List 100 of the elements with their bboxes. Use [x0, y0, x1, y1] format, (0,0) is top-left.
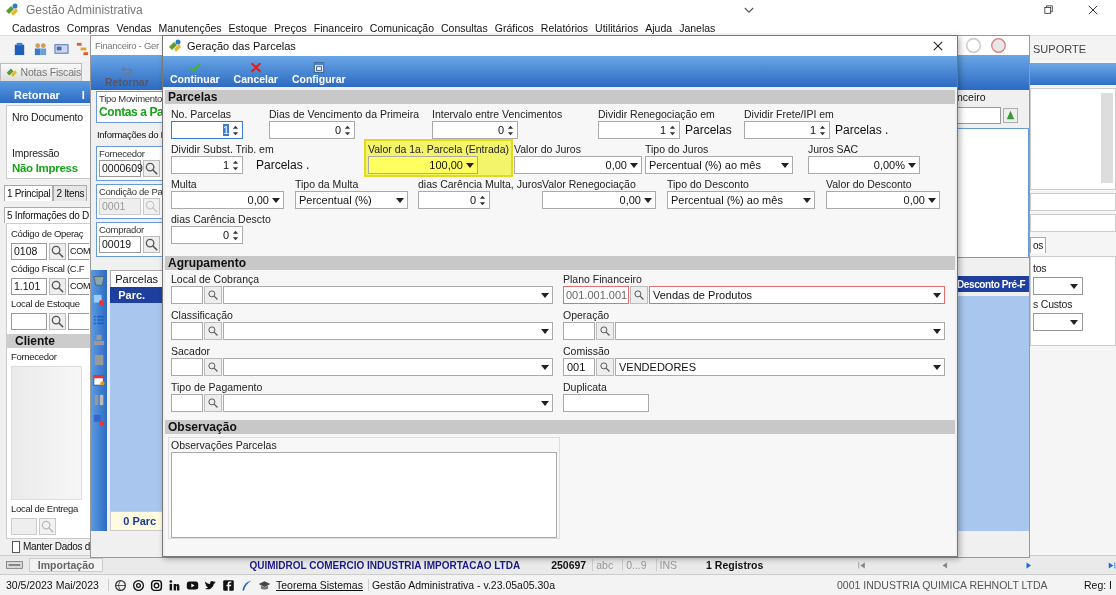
field-label: Duplicata: [563, 380, 608, 394]
toolbar-button[interactable]: Cancelar: [233, 62, 278, 85]
field-label: Dias de Vencimento da Primeira: [269, 107, 419, 121]
field-label: Intervalo entre Vencimentos: [432, 107, 563, 121]
window-title: Gestão Administrativa: [26, 3, 143, 17]
number-field[interactable]: 1: [171, 156, 243, 174]
code-field[interactable]: 001.001.001: [563, 286, 629, 304]
menu-item[interactable]: Relatórios: [540, 21, 589, 34]
field-label: dias Carência Descto: [171, 212, 271, 226]
menu-item[interactable]: Ajuda: [645, 21, 673, 34]
field-label: Código Fiscal (C.F: [11, 261, 85, 276]
tab[interactable]: 1 Principal: [4, 184, 54, 201]
code-field[interactable]: 1.101: [11, 277, 47, 295]
field-label: Local de Estoque: [11, 296, 80, 311]
field-label: dias Carência Multa, Juros: [418, 177, 543, 191]
grid-footer: 0 Parc: [110, 511, 163, 531]
menu-item[interactable]: Gráficos: [494, 21, 534, 34]
select-field[interactable]: VENDEDORES: [615, 358, 945, 376]
toolbar-button[interactable]: Configurar: [291, 62, 346, 85]
field-label: Valor da 1a. Parcela (Entrada): [368, 142, 510, 156]
field-label: Tipo do Desconto: [667, 177, 750, 191]
group-label: Observações Parcelas: [171, 438, 278, 452]
dialog-title: Geração das Parcelas: [187, 40, 296, 52]
field-label: Fornecedor: [11, 349, 57, 364]
amount-field[interactable]: 0,00: [542, 191, 656, 209]
menu-item[interactable]: Manutenções: [158, 21, 222, 34]
field-label: Código de Operaç: [11, 226, 84, 241]
checkbox-label[interactable]: Manter Dados d: [23, 541, 90, 553]
field-label: Tipo da Multa: [295, 177, 360, 191]
window-title: Financeiro - Ger: [95, 40, 159, 51]
number-field[interactable]: 0: [418, 191, 490, 209]
menu-item[interactable]: Estoque: [228, 21, 268, 34]
field-label: Plano Financeiro: [563, 272, 643, 286]
tab[interactable]: Informações do I: [97, 126, 163, 143]
number-field[interactable]: 1: [598, 121, 680, 139]
tab[interactable]: Importação: [28, 558, 104, 572]
section-header: Cliente: [7, 333, 90, 348]
toolbar-button[interactable]: I: [81, 88, 85, 101]
menu-item[interactable]: Preços: [274, 21, 307, 34]
code-field[interactable]: 001: [563, 358, 595, 376]
menu-item[interactable]: Compras: [66, 21, 110, 34]
print-status: Não Impress: [12, 161, 78, 174]
amount-field[interactable]: 100,00: [368, 156, 478, 174]
number-field[interactable]: 0: [269, 121, 355, 139]
menu-item[interactable]: Consultas: [441, 21, 488, 34]
select-field[interactable]: Percentual (%): [295, 191, 408, 209]
unit-label: Parcelas: [685, 123, 732, 137]
company-name: 0001 INDUSTRIA QUIMICA REHNOLT LTDA: [836, 579, 1048, 591]
toolbar-button[interactable]: Retornar: [14, 88, 60, 101]
tab[interactable]: 2 Itens: [53, 184, 88, 201]
group-label: Fornecedor: [99, 148, 145, 160]
select-field[interactable]: Vendas de Produtos: [649, 286, 945, 304]
number-field[interactable]: 1: [171, 121, 243, 139]
support-label[interactable]: SUPORTE: [1033, 42, 1086, 55]
field-label: Tipo de Pagamento: [171, 380, 264, 394]
menu-item[interactable]: Comunicação: [369, 21, 434, 34]
register-text: Reg: I: [1084, 579, 1113, 591]
field-label: Dividir Renegociação em: [598, 107, 716, 121]
code-field[interactable]: 0000609: [99, 160, 141, 177]
field-label: Dividir Frete/IPI em: [744, 107, 835, 121]
version-text: Gestão Administrativa - v.23.05a05.30a: [367, 579, 612, 591]
description-field[interactable]: COM: [68, 277, 89, 295]
amount-field[interactable]: 0,00%: [808, 156, 920, 174]
code-field[interactable]: 0108: [11, 242, 47, 260]
field-label: Comissão: [563, 344, 611, 358]
link[interactable]: Teorema Sistemas: [276, 579, 363, 591]
field-label: Juros SAC: [808, 142, 860, 156]
column-header[interactable]: Parc.: [110, 287, 163, 303]
field-label: Sacador: [171, 344, 212, 358]
amount-field[interactable]: 0,00: [514, 156, 642, 174]
select-field[interactable]: Percentual (%) ao mês: [645, 156, 793, 174]
number-field[interactable]: 1: [744, 121, 830, 139]
group-label: Comprador: [99, 224, 144, 236]
field-label: Operação: [563, 308, 611, 322]
field-label: tos: [1033, 261, 1047, 275]
menu-item[interactable]: Cadastros: [12, 21, 60, 34]
unit-label: Parcelas .: [835, 123, 889, 137]
number-field[interactable]: 0: [171, 226, 243, 244]
field-label: Local de Cobrança: [171, 272, 261, 286]
menu-item[interactable]: Financeiro: [313, 21, 363, 34]
section-header: Observação: [165, 420, 955, 434]
menu-item[interactable]: Vendas: [116, 21, 152, 34]
toolbar-button[interactable]: Continuar: [170, 62, 220, 85]
menu-item[interactable]: Utilitários: [595, 21, 639, 34]
tab[interactable]: Parcelas: [110, 270, 163, 287]
section-header: Agrupamento: [165, 256, 955, 270]
field-label: Valor Renegociação: [542, 177, 637, 191]
field-label: Classificação: [171, 308, 234, 322]
column-header[interactable]: Desconto Pré-F: [957, 276, 1029, 292]
menu-item[interactable]: Janelas: [679, 21, 716, 34]
tab[interactable]: os: [1030, 237, 1046, 253]
field-label: Valor do Juros: [514, 142, 582, 156]
amount-field[interactable]: 0,00: [171, 191, 284, 209]
code-field[interactable]: 00019: [99, 236, 141, 253]
number-field[interactable]: 0: [432, 121, 518, 139]
amount-field[interactable]: 0,00: [826, 191, 940, 209]
section-header: Parcelas: [165, 90, 955, 104]
select-field[interactable]: Percentual (%) ao mês: [667, 191, 815, 209]
description-field[interactable]: COM: [68, 242, 89, 260]
tab[interactable]: 5 Informações do D: [4, 206, 92, 223]
